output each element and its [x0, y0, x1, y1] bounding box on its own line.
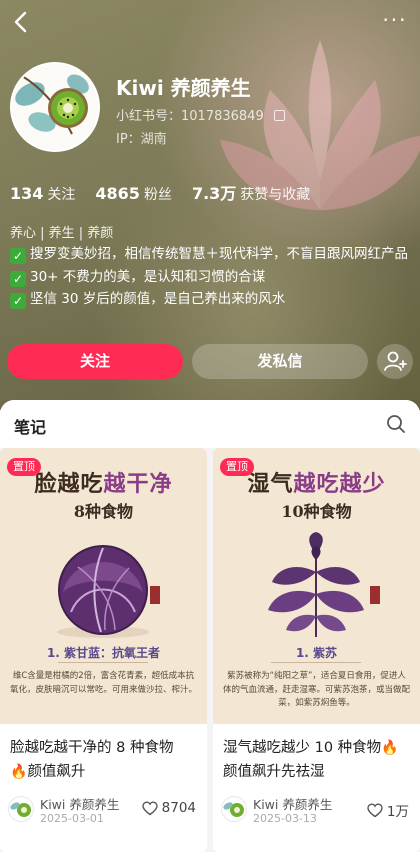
- bio-line: ✓ 搜罗变美妙招，相信传统智慧＋现代科学，不盲目跟风网红产品: [10, 243, 415, 266]
- author-avatar[interactable]: [8, 796, 34, 822]
- cover-subheadline: 8种食物: [73, 502, 134, 521]
- profile-tags: 养心 | 养生 | 养颜: [10, 226, 114, 241]
- check-mark-icon: ✓: [10, 248, 26, 264]
- cover-subheadline: 10种食物: [281, 502, 352, 521]
- stat-value: 7.3万: [191, 184, 237, 203]
- profile-bio: ✓ 搜罗变美妙招，相信传统智慧＋现代科学，不盲目跟风网红产品 ✓ 30+ 不费力的美…: [10, 243, 415, 311]
- stat-label: 获赞与收藏: [240, 187, 311, 203]
- add-friend-button[interactable]: [377, 344, 413, 379]
- cover-headline-highlight: 越吃越少: [293, 471, 386, 497]
- cover-item-title: 1. 紫甘蓝：抗氧王者: [46, 646, 161, 660]
- cover-headline-highlight: 越干净: [103, 471, 173, 497]
- note-date: 2025-03-01: [40, 812, 104, 825]
- stat-followers[interactable]: 4865 粉丝: [95, 184, 172, 204]
- ip-location: IP：湖南: [116, 132, 167, 147]
- note-title[interactable]: 脸越吃越干净的 8 种食物 🔥颜值飙升: [10, 736, 200, 784]
- note-title-tail: 颜值飙升: [27, 764, 86, 780]
- kiwi-avatar-illustration: [12, 64, 98, 150]
- top-navigation-bar: ···: [0, 0, 420, 44]
- bio-line: ✓ 30+ 不费力的美，是认知和习惯的合谋: [10, 266, 415, 289]
- fire-icon: 🔥: [10, 764, 28, 780]
- like-count: 8704: [161, 800, 196, 816]
- avatar[interactable]: [10, 62, 100, 152]
- note-meta: Kiwi 养颜养生 2025-03-13 1万: [221, 794, 413, 828]
- note-meta: Kiwi 养颜养生 2025-03-01 8704: [8, 794, 200, 828]
- bio-text: 搜罗变美妙招，相信传统智慧＋现代科学，不盲目跟风网红产品: [30, 246, 408, 262]
- note-date: 2025-03-13: [253, 812, 317, 825]
- note-card[interactable]: 置顶 脸越吃越干净 8种食物 1. 紫甘蓝：抗氧王者 维C含量是柑橘的2倍，富含…: [0, 448, 207, 852]
- send-message-button[interactable]: 发私信: [192, 344, 368, 379]
- profile-name: Kiwi 养颜养生: [116, 76, 251, 100]
- cover-description: 紫苏被称为“纯阳之草”，适合夏日食用，促进人体的气血流通，赶走湿寒。可紫苏泡茶，…: [223, 671, 411, 708]
- bio-line: ✓ 坚信 30 岁后的颜值，是自己养出来的风水: [10, 288, 415, 311]
- stat-value: 134: [10, 184, 44, 203]
- like-button[interactable]: 8704: [141, 800, 196, 816]
- note-cover[interactable]: 置顶 脸越吃越干净 8种食物 1. 紫甘蓝：抗氧王者 维C含量是柑橘的2倍，富含…: [0, 448, 207, 724]
- note-title-tail: 颜值飙升先祛湿: [223, 764, 325, 780]
- search-icon[interactable]: [386, 414, 406, 434]
- heart-icon: [141, 800, 158, 815]
- author-avatar[interactable]: [221, 796, 247, 822]
- bio-text: 坚信 30 岁后的颜值，是自己养出来的风水: [30, 291, 286, 307]
- stat-following[interactable]: 134 关注: [10, 184, 75, 204]
- stat-value: 4865: [95, 184, 140, 203]
- check-mark-icon: ✓: [10, 270, 26, 287]
- seal-stamp: [370, 586, 380, 604]
- pinned-badge: 置顶: [220, 458, 254, 476]
- author-name[interactable]: Kiwi 养颜养生: [40, 794, 119, 813]
- note-title-text: 脸越吃越干净的 8 种食物: [10, 740, 174, 756]
- tab-notes[interactable]: 笔记: [14, 414, 46, 438]
- redbook-id[interactable]: 小红书号：1017836849: [116, 105, 285, 124]
- note-title[interactable]: 湿气越吃越少 10 种食物🔥 颜值飙升先祛湿: [223, 736, 413, 784]
- notes-panel: 笔记 置顶 脸越吃越干净 8种食物 1. 紫甘蓝：抗氧王者 维C含量是柑橘的2倍…: [0, 400, 420, 852]
- note-title-text: 湿气越吃越少 10 种食物: [223, 740, 382, 756]
- notes-tab-bar: 笔记: [0, 400, 420, 448]
- bio-text: 30+ 不费力的美，是认知和习惯的合谋: [30, 268, 266, 285]
- stat-label: 粉丝: [143, 187, 172, 203]
- note-cover[interactable]: 置顶 湿气越吃越少 10种食物 1. 紫苏 紫苏被称为“纯阳之草”，适合夏日食用…: [213, 448, 420, 724]
- heart-icon: [367, 802, 383, 817]
- author-name[interactable]: Kiwi 养颜养生: [253, 794, 332, 813]
- more-horizontal-icon[interactable]: ···: [380, 8, 410, 36]
- chevron-left-icon[interactable]: [8, 8, 36, 36]
- check-mark-icon: ✓: [10, 293, 26, 309]
- profile-stats: 134 关注 4865 粉丝 7.3万 获赞与收藏: [10, 180, 310, 204]
- stat-likes-collects[interactable]: 7.3万 获赞与收藏: [192, 180, 310, 204]
- profile-header: ··· Kiwi 养颜养生 小红书号：1017836849 IP：湖南 134 关…: [0, 0, 420, 410]
- like-count: 1万: [386, 804, 409, 820]
- kiwi-icon: [223, 802, 244, 817]
- follow-button[interactable]: 关注: [7, 344, 183, 379]
- divider: [271, 662, 361, 663]
- fire-icon: 🔥: [381, 740, 399, 756]
- cover-item-title: 1. 紫苏: [295, 646, 338, 660]
- like-button[interactable]: 1万: [367, 800, 409, 820]
- kiwi-icon: [10, 802, 31, 817]
- note-card[interactable]: 置顶 湿气越吃越少 10种食物 1. 紫苏 紫苏被称为“纯阳之草”，适合夏日食用…: [213, 448, 420, 852]
- pinned-badge: 置顶: [7, 458, 41, 476]
- seal-stamp: [150, 586, 160, 604]
- cover-description: 维C含量是柑橘的2倍，富含花青素，超低成本抗氧化，皮肤暗沉可以常吃。可用来做沙拉…: [10, 671, 198, 695]
- divider: [58, 662, 148, 663]
- cover-headline-part: 脸越吃: [34, 471, 104, 497]
- cover-headline-part: 湿气: [247, 471, 294, 497]
- purple-cabbage-illustration: [57, 545, 149, 638]
- add-user-icon: [384, 351, 407, 371]
- redbook-id-text: 小红书号：1017836849: [116, 109, 264, 124]
- purple-perilla-illustration: [268, 532, 364, 637]
- copy-icon[interactable]: [273, 110, 285, 121]
- stat-label: 关注: [47, 187, 76, 203]
